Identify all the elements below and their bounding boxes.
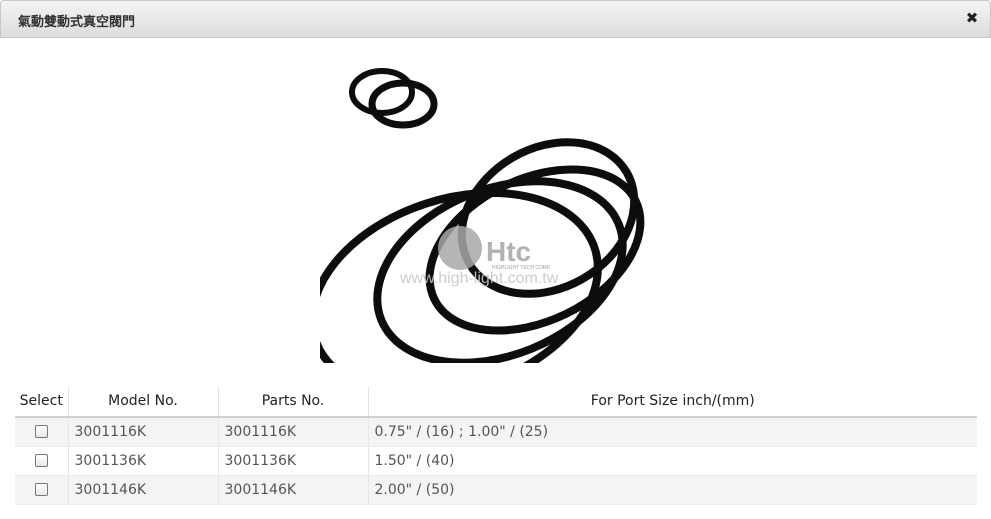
model-no-cell: 3001136K [68,446,219,476]
logo-text: Htc [486,236,531,267]
watermark-url: www.high-light.com.tw [399,270,559,287]
port-size-cell: 1.50" / (40) [368,446,977,476]
parts-table-container: Select Model No. Parts No. For Port Size… [15,386,977,505]
close-icon[interactable]: ✖ [964,10,980,26]
parts-no-cell: 3001146K [218,475,369,505]
dialog-title: 氣動雙動式真空閥門 [18,15,136,30]
row-checkbox[interactable] [34,454,48,467]
header-model-no: Model No. [68,386,219,418]
table-header-row: Select Model No. Parts No. For Port Size… [15,386,977,418]
model-no-cell: 3001116K [68,417,219,447]
parts-no-cell: 3001116K [218,417,369,447]
header-select: Select [15,386,69,418]
dialog-titlebar: 氣動雙動式真空閥門 ✖ [0,0,991,38]
select-cell [15,417,69,447]
o-ring-product-image: Htc HIGHLIGHT TECH CORP. www.high-light.… [320,68,645,363]
product-dialog: 氣動雙動式真空閥門 ✖ Htc HIGHLIGHT TECH CORP. www… [0,0,991,519]
select-cell [15,475,69,505]
port-size-cell: 0.75" / (16) ; 1.00" / (25) [368,417,977,447]
table-row: 3001146K 3001146K 2.00" / (50) [15,475,977,505]
parts-table: Select Model No. Parts No. For Port Size… [15,386,977,505]
table-row: 3001116K 3001116K 0.75" / (16) ; 1.00" /… [15,417,977,447]
logo-icon [438,226,482,270]
model-no-cell: 3001146K [68,475,219,505]
header-port-size: For Port Size inch/(mm) [368,386,977,418]
select-cell [15,446,69,476]
table-row: 3001136K 3001136K 1.50" / (40) [15,446,977,476]
row-checkbox[interactable] [34,425,48,439]
port-size-cell: 2.00" / (50) [368,475,977,505]
header-parts-no: Parts No. [218,386,369,418]
row-checkbox[interactable] [34,483,48,496]
parts-no-cell: 3001136K [218,446,369,476]
